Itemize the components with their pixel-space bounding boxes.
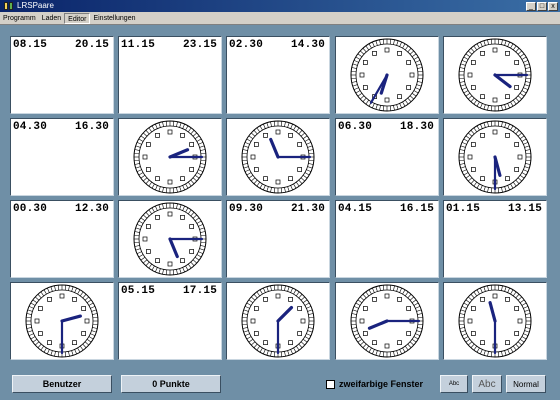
clock-card[interactable] [226, 282, 330, 360]
clock-icon [25, 284, 99, 358]
time-text: 08.15 20.15 [13, 39, 111, 51]
time-card[interactable]: 11.15 23.15 [118, 36, 222, 114]
time-24h-first: 00.30 [13, 203, 48, 215]
time-24h-second: 14.30 [290, 39, 325, 51]
time-24h-first: 02.30 [229, 39, 264, 51]
time-24h-second: 20.15 [74, 39, 109, 51]
clock-icon [241, 120, 315, 194]
menu-editor[interactable]: Editor [64, 12, 91, 24]
menu-programm[interactable]: Programm [0, 13, 39, 24]
clock-icon [458, 38, 532, 112]
app-icon [2, 1, 14, 12]
user-button[interactable]: Benutzer [12, 375, 112, 393]
window-controls: _ □ x [526, 1, 560, 11]
time-24h-first: 04.15 [338, 203, 373, 215]
time-24h-second: 23.15 [182, 39, 217, 51]
clock-icon [350, 38, 424, 112]
clock-icon [350, 284, 424, 358]
time-24h-second: 21.30 [290, 203, 325, 215]
time-text: 00.30 12.30 [13, 203, 111, 215]
time-24h-first: 11.15 [121, 39, 156, 51]
clock-card[interactable] [226, 118, 330, 196]
time-24h-second: 16.30 [74, 121, 109, 133]
clock-icon [133, 120, 207, 194]
time-card[interactable]: 01.15 13.15 [443, 200, 547, 278]
time-card[interactable]: 00.30 12.30 [10, 200, 114, 278]
time-24h-second: 13.15 [507, 203, 542, 215]
menu-einstellungen[interactable]: Einstellungen [90, 13, 138, 24]
time-text: 09.30 21.30 [229, 203, 327, 215]
time-card[interactable]: 09.30 21.30 [226, 200, 330, 278]
clock-card[interactable] [443, 282, 547, 360]
time-card[interactable]: 04.30 16.30 [10, 118, 114, 196]
time-card[interactable]: 08.15 20.15 [10, 36, 114, 114]
time-text: 04.30 16.30 [13, 121, 111, 133]
time-text: 05.15 17.15 [121, 285, 219, 297]
time-24h-second: 17.15 [182, 285, 217, 297]
clock-card[interactable] [335, 282, 439, 360]
clock-card[interactable] [335, 36, 439, 114]
time-card[interactable]: 06.30 18.30 [335, 118, 439, 196]
points-button[interactable]: 0 Punkte [121, 375, 221, 393]
clock-card[interactable] [443, 36, 547, 114]
clock-icon [458, 120, 532, 194]
time-text: 11.15 23.15 [121, 39, 219, 51]
mode-button[interactable]: Normal [506, 375, 546, 393]
bottom-bar: Benutzer 0 Punkte zweifarbige Fenster Ab… [0, 368, 560, 400]
time-24h-first: 08.15 [13, 39, 48, 51]
card-board: 08.15 20.15 11.15 23.15 02.30 14.30 04.30 16.30… [0, 26, 560, 368]
clock-card[interactable] [10, 282, 114, 360]
two-color-checkbox[interactable] [326, 379, 335, 389]
clock-icon [241, 284, 315, 358]
clock-card[interactable] [118, 118, 222, 196]
font-small-button[interactable]: Abc [440, 375, 468, 393]
time-24h-first: 01.15 [446, 203, 481, 215]
menu-bar: Programm Laden Editor Einstellungen [0, 12, 560, 25]
time-card[interactable]: 02.30 14.30 [226, 36, 330, 114]
clock-card[interactable] [118, 200, 222, 278]
maximize-button[interactable]: □ [537, 1, 547, 11]
time-24h-first: 06.30 [338, 121, 373, 133]
window-title: LRSPaare [17, 1, 54, 10]
font-large-button[interactable]: Abc [472, 375, 502, 393]
time-24h-second: 16.15 [399, 203, 434, 215]
minimize-button[interactable]: _ [526, 1, 536, 11]
time-text: 02.30 14.30 [229, 39, 327, 51]
time-card[interactable]: 04.15 16.15 [335, 200, 439, 278]
time-24h-first: 04.30 [13, 121, 48, 133]
close-button[interactable]: x [548, 1, 558, 11]
clock-icon [133, 202, 207, 276]
time-24h-second: 18.30 [399, 121, 434, 133]
time-text: 01.15 13.15 [446, 203, 544, 215]
two-color-label: zweifarbige Fenster [339, 379, 424, 389]
menu-laden[interactable]: Laden [39, 13, 64, 24]
time-text: 04.15 16.15 [338, 203, 436, 215]
clock-card[interactable] [443, 118, 547, 196]
title-bar: LRSPaare _ □ x [0, 0, 560, 12]
time-24h-first: 05.15 [121, 285, 156, 297]
two-color-option[interactable]: zweifarbige Fenster [326, 378, 423, 390]
time-text: 06.30 18.30 [338, 121, 436, 133]
clock-icon [458, 284, 532, 358]
time-24h-first: 09.30 [229, 203, 264, 215]
time-card[interactable]: 05.15 17.15 [118, 282, 222, 360]
time-24h-second: 12.30 [74, 203, 109, 215]
